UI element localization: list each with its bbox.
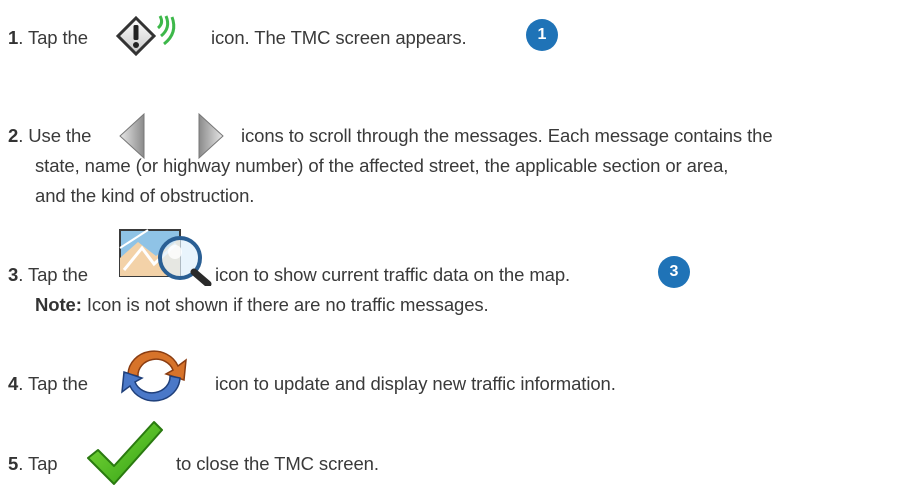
- step-number: 2: [8, 125, 19, 146]
- scroll-right-icon[interactable]: [198, 112, 224, 160]
- step-text-before: . Use the: [18, 125, 92, 146]
- scroll-left-icon[interactable]: [119, 112, 145, 160]
- step-2-line2: state, name (or highway number) of the a…: [35, 155, 729, 176]
- step-number: 3: [8, 264, 19, 285]
- refresh-icon[interactable]: [116, 346, 192, 411]
- step-2-line3: and the kind of obstruction.: [35, 185, 255, 206]
- step-3: 3. Tap the: [8, 264, 88, 286]
- step-text-before: . Tap the: [18, 27, 88, 48]
- callout-badge-3: 3: [658, 256, 690, 288]
- note-label: Note:: [35, 294, 82, 315]
- step-2-after: icons to scroll through the messages. Ea…: [241, 125, 773, 146]
- step-2: 2. Use the: [8, 125, 91, 147]
- step-4: 4. Tap the: [8, 373, 88, 395]
- step-number: 1: [8, 27, 19, 48]
- step-text-before: . Tap the: [18, 373, 88, 394]
- map-magnifier-icon[interactable]: [118, 228, 212, 291]
- step-1: 1. Tap the: [8, 27, 88, 49]
- step-5-after: to close the TMC screen.: [176, 453, 379, 474]
- step-number: 5: [8, 453, 19, 474]
- note-text: Icon is not shown if there are no traffi…: [86, 294, 489, 315]
- step-text-before: . Tap: [18, 453, 58, 474]
- step-3-after: icon to show current traffic data on the…: [215, 264, 571, 285]
- step-1-after: icon. The TMC screen appears.: [211, 27, 467, 48]
- step-number: 4: [8, 373, 19, 394]
- traffic-warning-icon[interactable]: [114, 14, 186, 63]
- checkmark-icon[interactable]: [84, 418, 166, 493]
- step-3-note: Note: Icon is not shown if there are no …: [35, 294, 489, 316]
- step-5: 5. Tap: [8, 453, 58, 475]
- step-4-after: icon to update and display new traffic i…: [215, 373, 616, 394]
- callout-badge-1: 1: [526, 19, 558, 51]
- step-text-before: . Tap the: [18, 264, 88, 285]
